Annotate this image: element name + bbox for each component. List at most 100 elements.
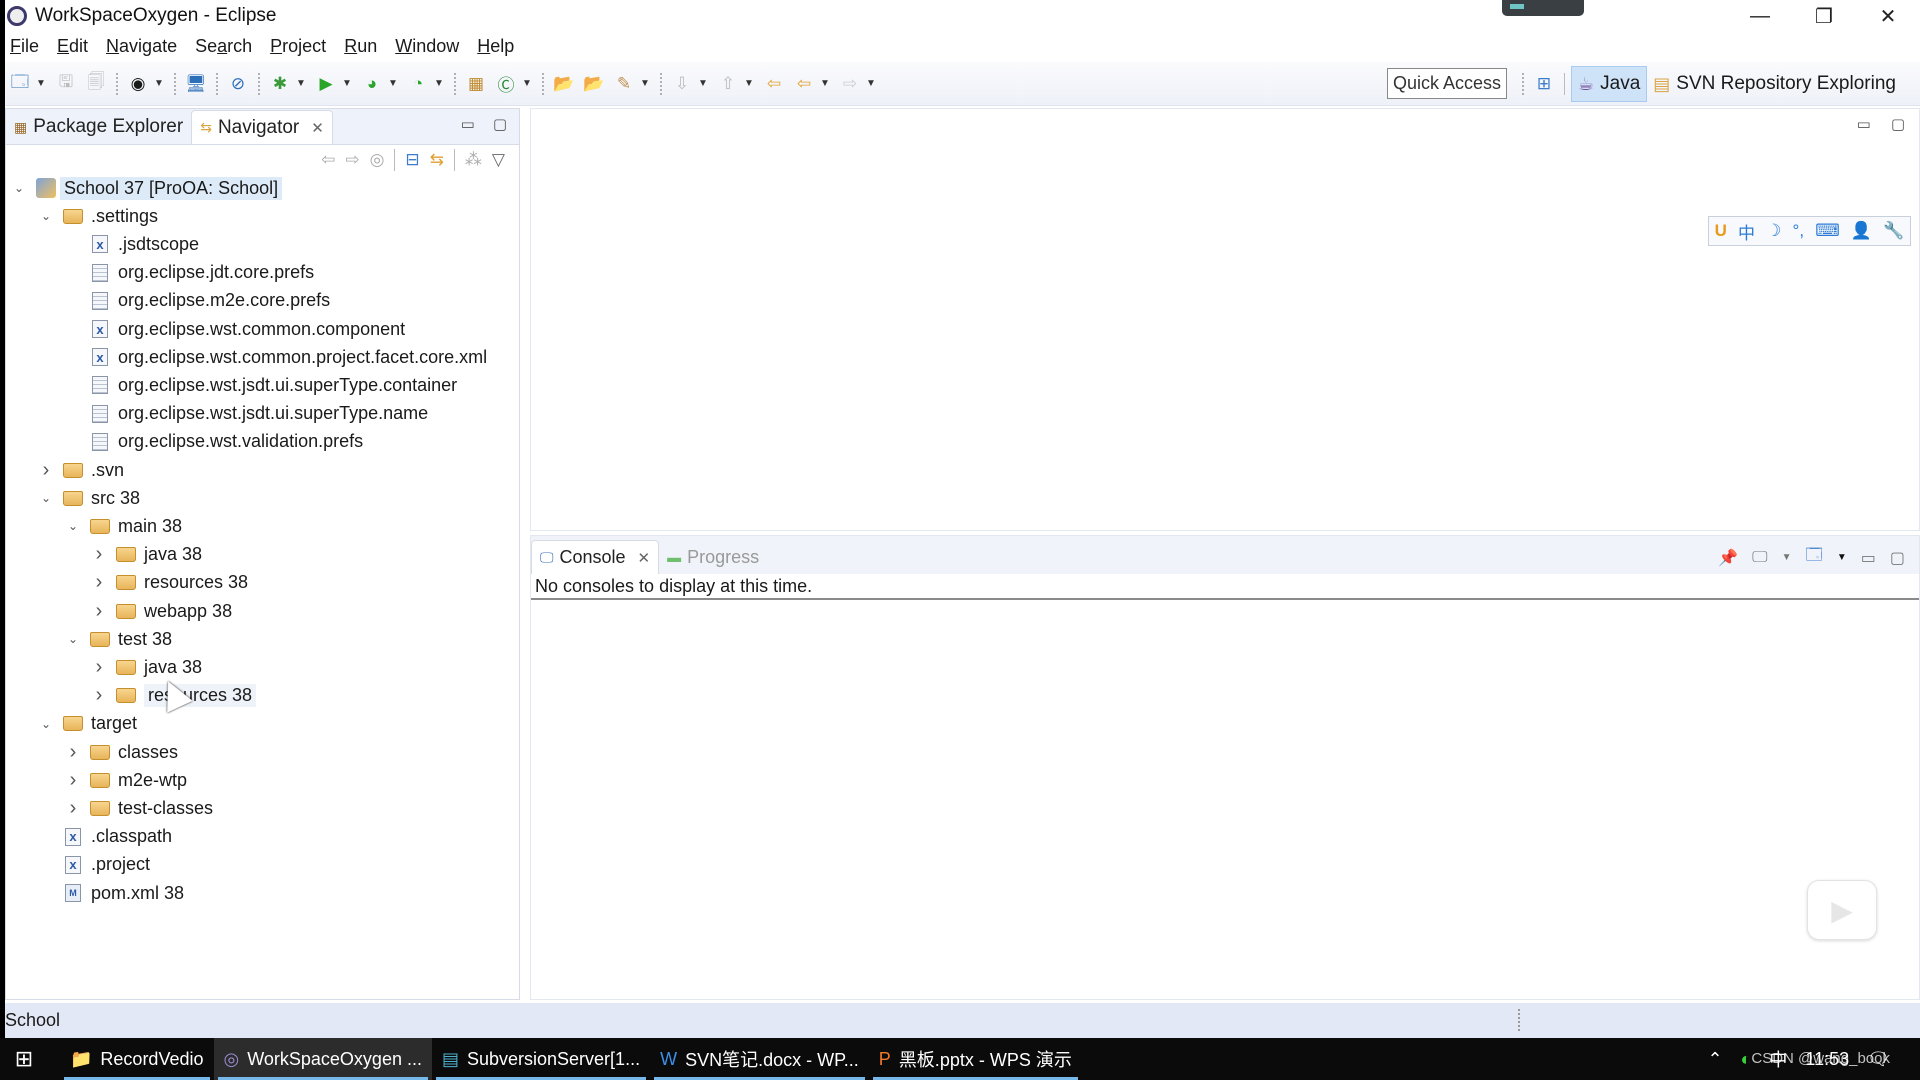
maximize-editor-icon[interactable]: ▢ (1891, 115, 1905, 133)
coverage-icon[interactable]: ◕ (359, 71, 385, 97)
prev-annotation-dropdown[interactable]: ▼ (743, 78, 755, 89)
play-overlay-button[interactable]: ▶ (1807, 880, 1877, 940)
chevron-down-icon[interactable]: ⌄ (64, 632, 82, 646)
chevron-right-icon[interactable]: › (90, 600, 108, 623)
user-icon[interactable]: 👤 (1851, 221, 1872, 241)
tree-item[interactable]: org.eclipse.wst.validation.prefs (64, 429, 363, 455)
close-tab-icon[interactable]: ✕ (311, 119, 324, 137)
tree-item[interactable]: ⌄ main 38 (64, 513, 182, 539)
chevron-right-icon[interactable]: › (90, 684, 108, 707)
tree-item[interactable]: ⌄ School 37 [ProOA: School] (10, 175, 283, 201)
back-dropdown[interactable]: ▼ (819, 78, 831, 89)
forward-icon[interactable]: ⇨ (345, 150, 359, 170)
open-type-icon[interactable]: 📂 (551, 71, 577, 97)
open-console-dropdown[interactable]: ▼ (1837, 552, 1847, 563)
tree-item[interactable]: org.eclipse.wst.jsdt.ui.superType.contai… (64, 372, 457, 398)
back-icon[interactable]: ⇦ (321, 150, 335, 170)
run-dropdown[interactable]: ▼ (341, 78, 353, 89)
tab-package-explorer[interactable]: ▦ Package Explorer (6, 110, 191, 144)
prev-annotation-icon[interactable]: ⇧ (715, 71, 741, 97)
minimize-button[interactable]: — (1728, 0, 1792, 32)
save-icon[interactable]: 🖫 (53, 71, 79, 97)
maximize-view-icon[interactable]: ▢ (493, 115, 507, 133)
menu-search[interactable]: Search (195, 36, 252, 57)
menu-run[interactable]: Run (344, 36, 377, 57)
tree-item[interactable]: ⌄ target (37, 711, 137, 737)
svn-icon[interactable]: ◉ (125, 71, 151, 97)
menu-window[interactable]: Window (395, 36, 459, 57)
menu-navigate[interactable]: Navigate (106, 36, 177, 57)
chevron-down-icon[interactable]: ⌄ (37, 717, 55, 731)
perspective-java[interactable]: ☕ Java (1571, 66, 1648, 102)
view-menu-icon[interactable]: ▽ (492, 150, 505, 170)
collapse-all-icon[interactable]: ⊟ (405, 150, 419, 170)
chinese-mode-icon[interactable]: 中 (1738, 219, 1755, 244)
tree-item[interactable]: › classes (64, 739, 178, 765)
close-tab-icon[interactable]: ✕ (638, 549, 651, 567)
new-package-icon[interactable]: ▦ (463, 71, 489, 97)
tree-item[interactable]: org.eclipse.wst.jsdt.ui.superType.name (64, 401, 428, 427)
chevron-down-icon[interactable]: ⌄ (64, 519, 82, 533)
forward-dropdown[interactable]: ▼ (865, 78, 877, 89)
tree-item[interactable]: › java 38 (90, 542, 202, 568)
run-icon[interactable]: ▶ (313, 71, 339, 97)
external-tools-dropdown[interactable]: ▼ (433, 78, 445, 89)
tree-item[interactable]: ⌄ src 38 (37, 485, 140, 511)
tree-item[interactable]: x .classpath (37, 824, 172, 850)
tree-item[interactable]: › resources 38 (90, 570, 248, 596)
menu-project[interactable]: Project (270, 36, 326, 57)
link-with-editor-icon[interactable]: ⇆ (430, 150, 444, 170)
chevron-right-icon[interactable]: › (90, 571, 108, 594)
search-icon[interactable]: ✎ (611, 71, 637, 97)
open-perspective-icon[interactable]: ⊞ (1531, 71, 1557, 97)
filters-icon[interactable]: ⁂ (465, 150, 482, 170)
half-width-icon[interactable]: ☽ (1766, 221, 1781, 241)
tree-item[interactable]: Mpom.xml 38 (37, 880, 184, 906)
chevron-down-icon[interactable]: ⌄ (10, 181, 28, 195)
tree-item[interactable]: › test-classes (64, 795, 213, 821)
chevron-right-icon[interactable]: › (90, 543, 108, 566)
tree-item[interactable]: org.eclipse.jdt.core.prefs (64, 260, 314, 286)
pin-console-icon[interactable]: 📌 (1718, 548, 1738, 568)
taskbar-item[interactable]: ▤ SubversionServer[1... (432, 1038, 650, 1080)
display-console-dropdown[interactable]: ▼ (1782, 552, 1792, 563)
skip-breakpoints-icon[interactable]: ⊘ (225, 71, 251, 97)
coverage-dropdown[interactable]: ▼ (387, 78, 399, 89)
external-tools-icon[interactable]: ◔ (405, 71, 431, 97)
back-icon[interactable]: ⇦ (791, 71, 817, 97)
show-hidden-icons[interactable]: ⌃ (1707, 1049, 1722, 1070)
chevron-right-icon[interactable]: › (64, 797, 82, 820)
display-console-icon[interactable]: 🖵 (1752, 549, 1767, 567)
chevron-right-icon[interactable]: › (90, 656, 108, 679)
tab-console[interactable]: 🖵 Console ✕ (531, 540, 660, 574)
chevron-right-icon[interactable]: › (64, 769, 82, 792)
next-annotation-icon[interactable]: ⇩ (669, 71, 695, 97)
new-icon[interactable]: 🗔 (7, 71, 33, 97)
close-button[interactable]: ✕ (1856, 0, 1920, 32)
next-annotation-dropdown[interactable]: ▼ (697, 78, 709, 89)
tree-item[interactable]: › java 38 (90, 654, 202, 680)
ime-logo-icon[interactable]: U (1715, 221, 1727, 241)
keyboard-icon[interactable]: ⌨ (1815, 221, 1840, 241)
punctuation-icon[interactable]: °, (1793, 221, 1805, 241)
network-icon[interactable]: ◐ (1741, 1049, 1752, 1070)
menu-help[interactable]: Help (477, 36, 514, 57)
start-button[interactable]: ⊞ (0, 1038, 48, 1080)
maximize-view-icon[interactable]: ▢ (1890, 548, 1905, 568)
taskbar-item[interactable]: P 黑板.pptx - WPS 演示 (869, 1038, 1082, 1080)
tree-item[interactable]: › m2e-wtp (64, 767, 187, 793)
tree-item[interactable]: › .svn (37, 457, 124, 483)
taskbar-item[interactable]: ◎ WorkSpaceOxygen ... (213, 1038, 432, 1080)
minimize-view-icon[interactable]: ▭ (461, 115, 475, 133)
tab-progress[interactable]: ▬ Progress (659, 540, 767, 574)
open-console-icon[interactable]: 🗔 (1805, 544, 1822, 571)
tab-navigator[interactable]: ⇆ Navigator ✕ (191, 110, 333, 144)
tree-item[interactable]: x .project (37, 852, 150, 878)
menu-file[interactable]: File (10, 36, 39, 57)
new-class-dropdown[interactable]: ▼ (521, 78, 533, 89)
tree-item[interactable]: › webapp 38 (90, 598, 232, 624)
tree-item[interactable]: x org.eclipse.wst.common.project.facet.co… (64, 344, 487, 370)
open-task-icon[interactable]: 📂 (581, 71, 607, 97)
settings-wrench-icon[interactable]: 🔧 (1883, 221, 1904, 241)
terminal-icon[interactable]: 🖥 (183, 71, 209, 97)
